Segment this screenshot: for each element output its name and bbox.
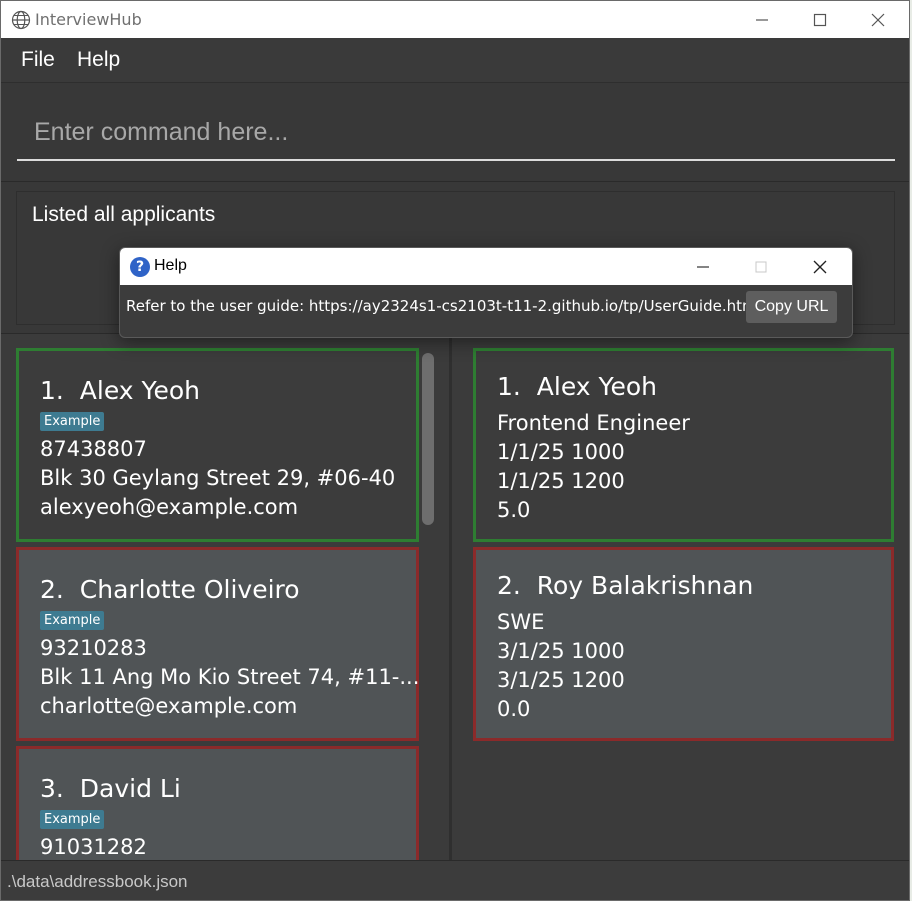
title-bar: InterviewHub — [1, 1, 909, 38]
close-icon — [871, 13, 885, 27]
interview-end: 1/1/25 1200 — [497, 469, 625, 493]
applicant-card[interactable]: 2. Charlotte Oliveiro Example 93210283 B… — [16, 547, 419, 741]
close-button[interactable] — [855, 1, 901, 38]
interview-start: 1/1/25 1000 — [497, 440, 625, 464]
menu-help[interactable]: Help — [77, 48, 120, 72]
help-dialog-title-bar: ? Help — [120, 248, 852, 285]
maximize-icon — [755, 261, 767, 273]
maximize-button[interactable] — [797, 1, 843, 38]
applicant-card[interactable]: 3. David Li Example 91031282 — [16, 746, 419, 860]
minimize-button[interactable] — [739, 1, 785, 38]
menu-file[interactable]: File — [21, 48, 55, 72]
applicant-phone: 87438807 — [40, 437, 147, 461]
minimize-icon — [697, 266, 709, 268]
applicant-name: 2. Charlotte Oliveiro — [40, 575, 300, 604]
app-window: InterviewHub File Help Listed all applic… — [0, 0, 910, 901]
interview-rating: 5.0 — [497, 498, 531, 522]
status-bar: .\data\addressbook.json — [1, 860, 909, 900]
tag-badge: Example — [40, 412, 105, 431]
maximize-icon — [813, 13, 827, 27]
window-title: InterviewHub — [35, 10, 142, 29]
close-icon — [813, 260, 827, 274]
interview-card[interactable]: 2. Roy Balakrishnan SWE 3/1/25 1000 3/1/… — [473, 547, 894, 741]
result-message: Listed all applicants — [32, 203, 216, 226]
command-box — [1, 83, 909, 182]
interview-card[interactable]: 1. Alex Yeoh Frontend Engineer 1/1/25 10… — [473, 348, 894, 542]
help-dialog: ? Help Refer to the user guide: https://… — [119, 247, 853, 338]
tag-badge: Example — [40, 810, 105, 829]
applicant-name: 3. David Li — [40, 774, 181, 803]
interview-end: 3/1/25 1200 — [497, 668, 625, 692]
interview-applicant-name: 1. Alex Yeoh — [497, 372, 657, 401]
applicant-address: Blk 30 Geylang Street 29, #06-40 — [40, 466, 396, 490]
applicant-phone: 93210283 — [40, 636, 147, 660]
command-input[interactable] — [17, 105, 895, 161]
applicant-name: 1. Alex Yeoh — [40, 376, 200, 405]
copy-url-button[interactable]: Copy URL — [746, 291, 837, 323]
applicant-list[interactable]: 1. Alex Yeoh Example 87438807 Blk 30 Gey… — [1, 334, 449, 860]
interview-list[interactable]: 1. Alex Yeoh Frontend Engineer 1/1/25 10… — [452, 334, 909, 860]
interview-role: SWE — [497, 610, 545, 634]
menu-bar: File Help — [1, 38, 909, 83]
globe-icon — [11, 10, 31, 30]
applicant-list-scrollbar[interactable] — [422, 353, 434, 525]
help-close-button[interactable] — [797, 248, 843, 285]
save-location: .\data\addressbook.json — [7, 872, 188, 891]
help-minimize-button[interactable] — [680, 248, 726, 285]
interview-rating: 0.0 — [497, 697, 531, 721]
help-maximize-button — [738, 248, 784, 285]
applicant-address: Blk 11 Ang Mo Kio Street 74, #11-... — [40, 665, 420, 689]
applicant-email: alexyeoh@example.com — [40, 495, 299, 519]
question-icon: ? — [130, 257, 150, 277]
interview-start: 3/1/25 1000 — [497, 639, 625, 663]
help-dialog-title: Help — [154, 257, 187, 274]
interview-applicant-name: 2. Roy Balakrishnan — [497, 571, 754, 600]
applicant-card[interactable]: 1. Alex Yeoh Example 87438807 Blk 30 Gey… — [16, 348, 419, 542]
applicant-email: charlotte@example.com — [40, 694, 298, 718]
minimize-icon — [756, 19, 768, 21]
applicant-phone: 91031282 — [40, 835, 147, 859]
tag-badge: Example — [40, 611, 105, 630]
help-message: Refer to the user guide: https://ay2324s… — [126, 297, 761, 315]
interview-role: Frontend Engineer — [497, 411, 690, 435]
